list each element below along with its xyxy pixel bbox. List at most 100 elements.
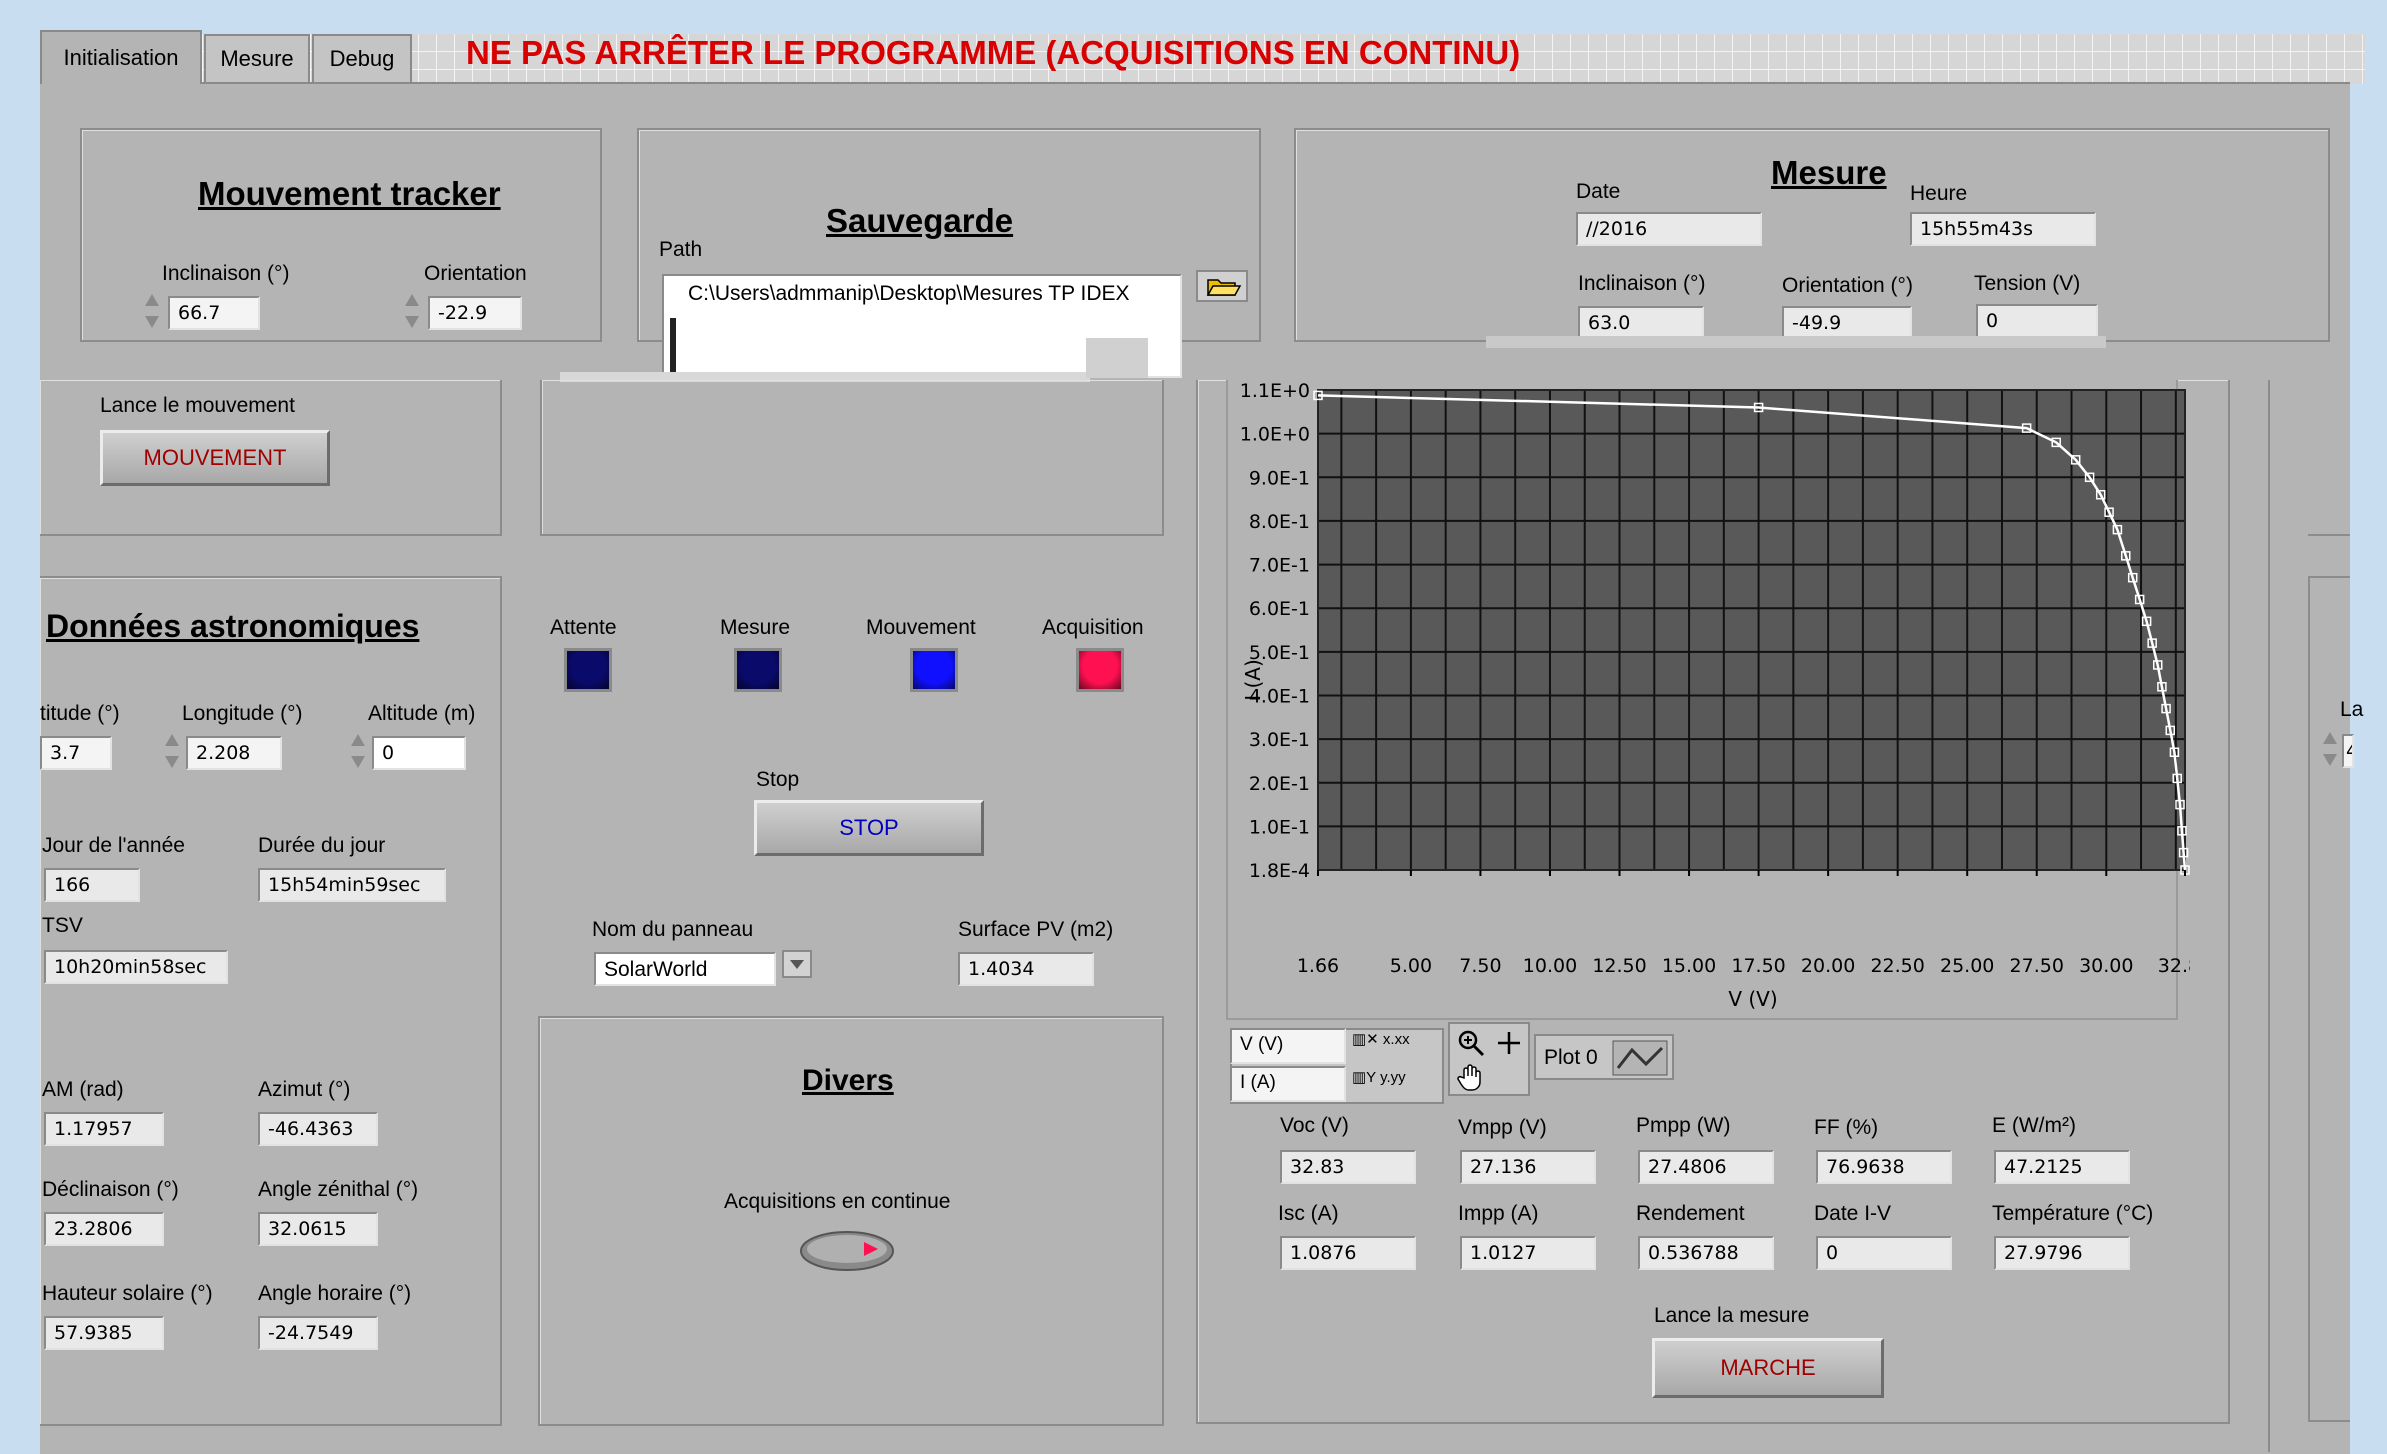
rendement-label: Rendement	[1636, 1202, 1745, 1225]
y-tick-label: 1.8E-4	[1249, 860, 1310, 882]
y-tick-label: 3.0E-1	[1249, 729, 1310, 751]
x-tick-label: 30.00	[2079, 955, 2133, 977]
iv-chart[interactable]: 1.66 5.00 7.50 10.00 12.50 15.00 17.50 20.00 22.…	[1230, 380, 2190, 1020]
y-tick-label: 1.0E-1	[1249, 816, 1310, 838]
mes-incl-field: 63.0	[1578, 306, 1704, 340]
e-label: E (W/m²)	[1992, 1114, 2076, 1137]
tracker-incl-field[interactable]: 66.7	[168, 296, 260, 330]
tab-mesure[interactable]: Mesure	[204, 34, 310, 82]
attente-label: Attente	[550, 616, 617, 639]
x-tick-label: 20.00	[1801, 955, 1855, 977]
chevron-down-icon	[790, 960, 804, 969]
x-tick-label: 32.83	[2158, 955, 2190, 977]
isc-field: 1.0876	[1280, 1236, 1416, 1270]
mouvement-led-label: Mouvement	[866, 616, 976, 639]
chart-xlabel: V (V)	[1728, 987, 1777, 1011]
voc-label: Voc (V)	[1280, 1114, 1349, 1137]
tab-initialisation[interactable]: Initialisation	[40, 30, 202, 84]
x-format-button[interactable]: ▥✕ x.xx	[1352, 1030, 1410, 1048]
x-tick-label: 5.00	[1390, 955, 1432, 977]
jour-label: Jour de l'année	[42, 834, 185, 857]
horaire-field: -24.7549	[258, 1316, 378, 1350]
warning-banner: NE PAS ARRÊTER LE PROGRAMME (ACQUISITION…	[466, 34, 1521, 71]
mes-orient-label: Orientation (°)	[1782, 274, 1913, 297]
azimut-label: Azimut (°)	[258, 1078, 351, 1101]
mes-incl-label: Inclinaison (°)	[1578, 272, 1706, 295]
duree-field: 15h54min59sec	[258, 868, 446, 902]
right-edge-spinner[interactable]	[2320, 728, 2340, 770]
lance-mesure-label: Lance la mesure	[1654, 1304, 1810, 1327]
acquisition-led	[1076, 648, 1124, 692]
haut-label: Hauteur solaire (°)	[42, 1282, 213, 1305]
x-tick-label: 10.00	[1523, 955, 1577, 977]
tracker-orient-field[interactable]: -22.9	[428, 296, 522, 330]
vmpp-field: 27.136	[1460, 1150, 1596, 1184]
incl-spinner[interactable]	[142, 290, 162, 332]
ff-label: FF (%)	[1814, 1116, 1879, 1139]
mouvement-button[interactable]: MOUVEMENT	[100, 430, 330, 486]
ff-field: 76.9638	[1816, 1150, 1952, 1184]
tab-label: Debug	[329, 46, 395, 71]
legend-x-name[interactable]: V (V)	[1230, 1028, 1346, 1064]
mouvement-led	[910, 648, 958, 692]
lat-field[interactable]: 3.7	[40, 736, 112, 770]
zoom-icon[interactable]	[1456, 1028, 1486, 1058]
continu-label: Acquisitions en continue	[724, 1190, 951, 1213]
right-edge-label: La	[2340, 698, 2364, 721]
plot-style-icon	[1612, 1040, 1668, 1076]
vmpp-label: Vmpp (V)	[1458, 1116, 1547, 1139]
haut-field: 57.9385	[44, 1316, 164, 1350]
pmpp-field: 27.4806	[1638, 1150, 1774, 1184]
temp-field: 27.9796	[1994, 1236, 2130, 1270]
y-tick-label: 7.0E-1	[1249, 555, 1310, 577]
mesure-led-label: Mesure	[720, 616, 791, 639]
lat-label: titude (°)	[40, 702, 120, 725]
duree-label: Durée du jour	[258, 834, 386, 857]
temp-label: Température (°C)	[1992, 1202, 2154, 1225]
tab-debug[interactable]: Debug	[312, 34, 412, 82]
browse-button[interactable]	[1196, 270, 1248, 302]
zen-field: 32.0615	[258, 1212, 378, 1246]
x-tick-label: 7.50	[1459, 955, 1501, 977]
panneau-dropdown[interactable]	[782, 950, 812, 978]
decl-label: Déclinaison (°)	[42, 1178, 179, 1201]
sauvegarde-group-bottom	[540, 380, 1164, 536]
dateiv-label: Date I-V	[1814, 1202, 1892, 1225]
surface-label: Surface PV (m2)	[958, 918, 1114, 941]
plot-area	[1318, 390, 2185, 870]
dateiv-field: 0	[1816, 1236, 1952, 1270]
x-tick-label: 25.00	[1940, 955, 1994, 977]
x-tick-label: 15.00	[1662, 955, 1716, 977]
heure-label: Heure	[1910, 182, 1968, 205]
chart-ylabel: I (A)	[1241, 659, 1265, 701]
mesure-title: Mesure	[1771, 154, 1887, 191]
right-edge-field[interactable]: 4	[2342, 734, 2354, 768]
plot-legend[interactable]: Plot 0	[1534, 1034, 1674, 1080]
legend-y-name[interactable]: I (A)	[1230, 1066, 1346, 1102]
isc-label: Isc (A)	[1278, 1202, 1339, 1225]
am-field: 1.17957	[44, 1112, 164, 1146]
decl-field: 23.2806	[44, 1212, 164, 1246]
glitch-block	[1086, 338, 1148, 378]
lon-field[interactable]: 2.208	[186, 736, 282, 770]
orient-spinner[interactable]	[402, 290, 422, 332]
pan-hand-icon[interactable]	[1456, 1062, 1486, 1092]
date-label: Date	[1576, 180, 1621, 203]
lon-spinner[interactable]	[162, 730, 182, 772]
y-format-button[interactable]: ▥Y y.yy	[1352, 1068, 1406, 1086]
panneau-field[interactable]: SolarWorld	[594, 952, 776, 986]
cursor-plus-icon[interactable]	[1494, 1028, 1524, 1058]
alt-label: Altitude (m)	[368, 702, 476, 725]
alt-spinner[interactable]	[348, 730, 368, 772]
continu-toggle[interactable]	[798, 1228, 896, 1274]
y-tick-label: 8.0E-1	[1249, 511, 1310, 533]
lon-label: Longitude (°)	[182, 702, 303, 725]
x-format: x.xx	[1382, 1031, 1410, 1048]
marche-button[interactable]: MARCHE	[1652, 1338, 1884, 1398]
alt-field[interactable]: 0	[372, 736, 466, 770]
tracker-orient-label: Orientation	[424, 262, 527, 285]
divers-title: Divers	[802, 1064, 894, 1097]
tsv-label: TSV	[42, 914, 83, 937]
surface-field: 1.4034	[958, 952, 1094, 986]
stop-button[interactable]: STOP	[754, 800, 984, 856]
